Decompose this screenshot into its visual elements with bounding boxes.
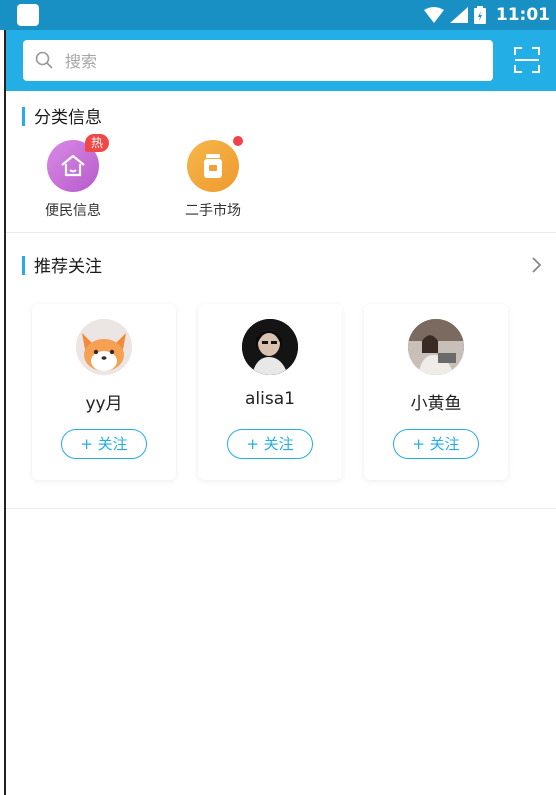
follow-button[interactable]: + 关注 xyxy=(393,429,479,459)
house-icon: 热 xyxy=(47,134,110,192)
category-section-title: 分类信息 xyxy=(34,108,102,128)
header xyxy=(6,30,556,91)
chevron-right-icon[interactable] xyxy=(526,255,546,275)
user-name: yy月 xyxy=(85,394,123,414)
user-name: alisa1 xyxy=(245,389,295,409)
recommend-section-title: 推荐关注 xyxy=(34,257,102,277)
section-accent-bar xyxy=(22,107,25,126)
shop-icon xyxy=(187,136,243,192)
user-avatar xyxy=(408,319,464,375)
user-card[interactable]: 小黄鱼 + 关注 xyxy=(364,304,508,480)
search-input[interactable] xyxy=(63,40,477,83)
notification-app-icon xyxy=(17,4,39,26)
hot-badge: 热 xyxy=(85,134,110,152)
category-item-secondhand[interactable]: 二手市场 xyxy=(168,136,258,220)
user-avatar xyxy=(242,319,298,375)
search-box[interactable] xyxy=(23,40,493,83)
category-label: 二手市场 xyxy=(185,203,241,219)
category-label: 便民信息 xyxy=(45,203,101,219)
category-section-header: 分类信息 xyxy=(6,101,556,131)
category-item-convenience[interactable]: 热 便民信息 xyxy=(28,134,118,220)
search-icon xyxy=(35,51,53,69)
battery-icon xyxy=(473,6,486,24)
notification-dot xyxy=(233,136,243,146)
status-time: 11:01 xyxy=(495,5,550,25)
scan-icon[interactable] xyxy=(514,47,540,73)
user-avatar xyxy=(76,319,132,375)
section-divider xyxy=(6,232,556,233)
section-divider xyxy=(6,508,556,509)
user-card[interactable]: alisa1 + 关注 xyxy=(198,304,342,480)
user-card[interactable]: yy月 + 关注 xyxy=(32,304,176,480)
signal-icon xyxy=(449,7,468,23)
status-bar: 11:01 xyxy=(0,0,556,30)
section-accent-bar xyxy=(22,256,25,275)
wifi-icon xyxy=(423,7,444,23)
user-name: 小黄鱼 xyxy=(410,394,462,414)
follow-button[interactable]: + 关注 xyxy=(227,429,313,459)
recommend-section-header[interactable]: 推荐关注 xyxy=(6,250,556,280)
follow-button[interactable]: + 关注 xyxy=(61,429,147,459)
